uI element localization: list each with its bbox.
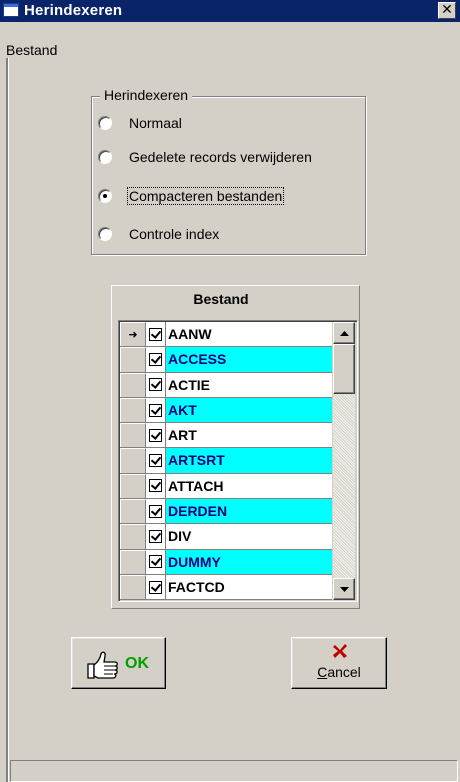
row-checkbox[interactable] xyxy=(149,580,162,594)
radio-label: Controle index xyxy=(129,226,220,242)
row-indicator[interactable] xyxy=(120,499,146,524)
radio-button[interactable] xyxy=(98,150,112,164)
radio-label: Compacteren bestanden xyxy=(126,187,285,205)
row-indicator[interactable] xyxy=(120,448,146,473)
thumbs-up-icon xyxy=(87,651,118,679)
row-checkbox[interactable] xyxy=(149,555,162,569)
window-icon xyxy=(3,3,19,17)
checkbox-cell xyxy=(146,473,166,499)
title-bar[interactable]: Herindexeren ✕ xyxy=(0,0,460,22)
table-row[interactable]: DERDEN xyxy=(120,499,332,525)
ok-label: OK xyxy=(125,655,149,672)
status-bar xyxy=(10,760,458,782)
radio-button[interactable] xyxy=(98,227,112,241)
table-row[interactable]: ➜ AANW xyxy=(120,322,332,348)
file-name-cell[interactable]: ACTIE xyxy=(166,372,332,397)
grid-rows: ➜ AANW ACCESS ACTIE AKT ART ARTSRT ATTACH DERDEN… xyxy=(120,322,332,601)
row-checkbox[interactable] xyxy=(149,530,162,544)
table-row[interactable]: DIV xyxy=(120,524,332,550)
row-checkbox[interactable] xyxy=(149,454,162,468)
checkbox-cell xyxy=(146,448,166,473)
radio-label: Normaal xyxy=(129,115,182,131)
file-name-cell[interactable]: ATTACH xyxy=(166,473,332,499)
file-name-cell[interactable]: AKT xyxy=(166,397,332,423)
row-indicator[interactable] xyxy=(120,423,146,448)
table-row[interactable]: DUMMY xyxy=(120,549,332,575)
table-row[interactable]: ARTSRT xyxy=(120,448,332,474)
file-name-cell[interactable]: DERDEN xyxy=(166,499,332,524)
checkbox-cell xyxy=(146,499,166,524)
triangle-up-icon xyxy=(339,330,349,336)
scroll-down-button[interactable] xyxy=(333,578,355,600)
checkbox-cell xyxy=(146,372,166,397)
triangle-down-icon xyxy=(339,586,349,592)
checkbox-cell xyxy=(146,524,166,549)
checkbox-cell xyxy=(146,549,166,574)
client-edge xyxy=(6,58,9,782)
row-indicator[interactable] xyxy=(120,473,146,499)
table-row[interactable]: ACCESS xyxy=(120,347,332,373)
ok-button[interactable]: OK xyxy=(71,637,166,689)
red-x-icon xyxy=(333,644,347,658)
dialog-window: Herindexeren ✕ Bestand Herindexeren Norm… xyxy=(0,0,460,782)
scroll-up-button[interactable] xyxy=(333,322,355,344)
file-name-cell[interactable]: DUMMY xyxy=(166,549,332,574)
radio-button[interactable] xyxy=(98,116,112,130)
checkbox-cell xyxy=(146,397,166,423)
table-row[interactable]: ART xyxy=(120,423,332,449)
grid-caption: Bestand xyxy=(193,291,249,307)
radio-label: Gedelete records verwijderen xyxy=(129,149,312,165)
groupbox-legend: Herindexeren xyxy=(100,87,193,103)
menu-item-bestand[interactable]: Bestand xyxy=(6,42,57,58)
close-button[interactable]: ✕ xyxy=(438,2,456,19)
scroll-thumb[interactable] xyxy=(333,344,355,394)
table-row[interactable]: AKT xyxy=(120,397,332,424)
row-indicator[interactable] xyxy=(120,549,146,574)
menu-bar: Bestand xyxy=(0,22,460,58)
checkbox-cell xyxy=(146,347,166,372)
row-checkbox[interactable] xyxy=(149,352,162,366)
file-name-cell[interactable]: DIV xyxy=(166,524,332,549)
cancel-button[interactable]: Cancel xyxy=(291,637,387,689)
row-indicator[interactable] xyxy=(120,372,146,397)
cancel-mnemonic: C xyxy=(317,664,328,680)
row-checkbox[interactable] xyxy=(149,403,162,417)
row-indicator[interactable] xyxy=(120,397,146,423)
cancel-label-rest: ancel xyxy=(327,664,361,680)
table-row[interactable]: FACTCD xyxy=(120,574,332,601)
file-name-cell[interactable]: FACTCD xyxy=(166,574,332,600)
file-name-cell[interactable]: ART xyxy=(166,423,332,448)
checkbox-cell xyxy=(146,574,166,600)
vertical-scrollbar[interactable] xyxy=(333,322,355,600)
table-row[interactable]: ATTACH xyxy=(120,473,332,500)
file-name-cell[interactable]: ARTSRT xyxy=(166,448,332,473)
file-name-cell[interactable]: AANW xyxy=(166,322,332,347)
row-indicator[interactable] xyxy=(120,574,146,600)
checkbox-cell xyxy=(146,322,166,347)
bestand-grid[interactable]: ➜ AANW ACCESS ACTIE AKT ART ARTSRT ATTACH DERDEN… xyxy=(118,320,358,602)
checkbox-cell xyxy=(146,423,166,448)
row-checkbox[interactable] xyxy=(149,378,162,392)
row-indicator[interactable] xyxy=(120,524,146,549)
radio-button-selected[interactable] xyxy=(98,189,112,203)
table-row[interactable]: ACTIE xyxy=(120,372,332,398)
row-checkbox[interactable] xyxy=(149,428,162,442)
row-checkbox[interactable] xyxy=(149,504,162,518)
file-name-cell[interactable]: ACCESS xyxy=(166,347,332,372)
window-title: Herindexeren xyxy=(24,2,123,19)
row-indicator[interactable]: ➜ xyxy=(120,322,146,347)
cancel-label: Cancel xyxy=(292,664,386,680)
row-checkbox[interactable] xyxy=(149,479,162,493)
current-row-arrow-icon: ➜ xyxy=(128,328,138,342)
row-checkbox[interactable] xyxy=(149,327,162,341)
row-indicator[interactable] xyxy=(120,347,146,372)
